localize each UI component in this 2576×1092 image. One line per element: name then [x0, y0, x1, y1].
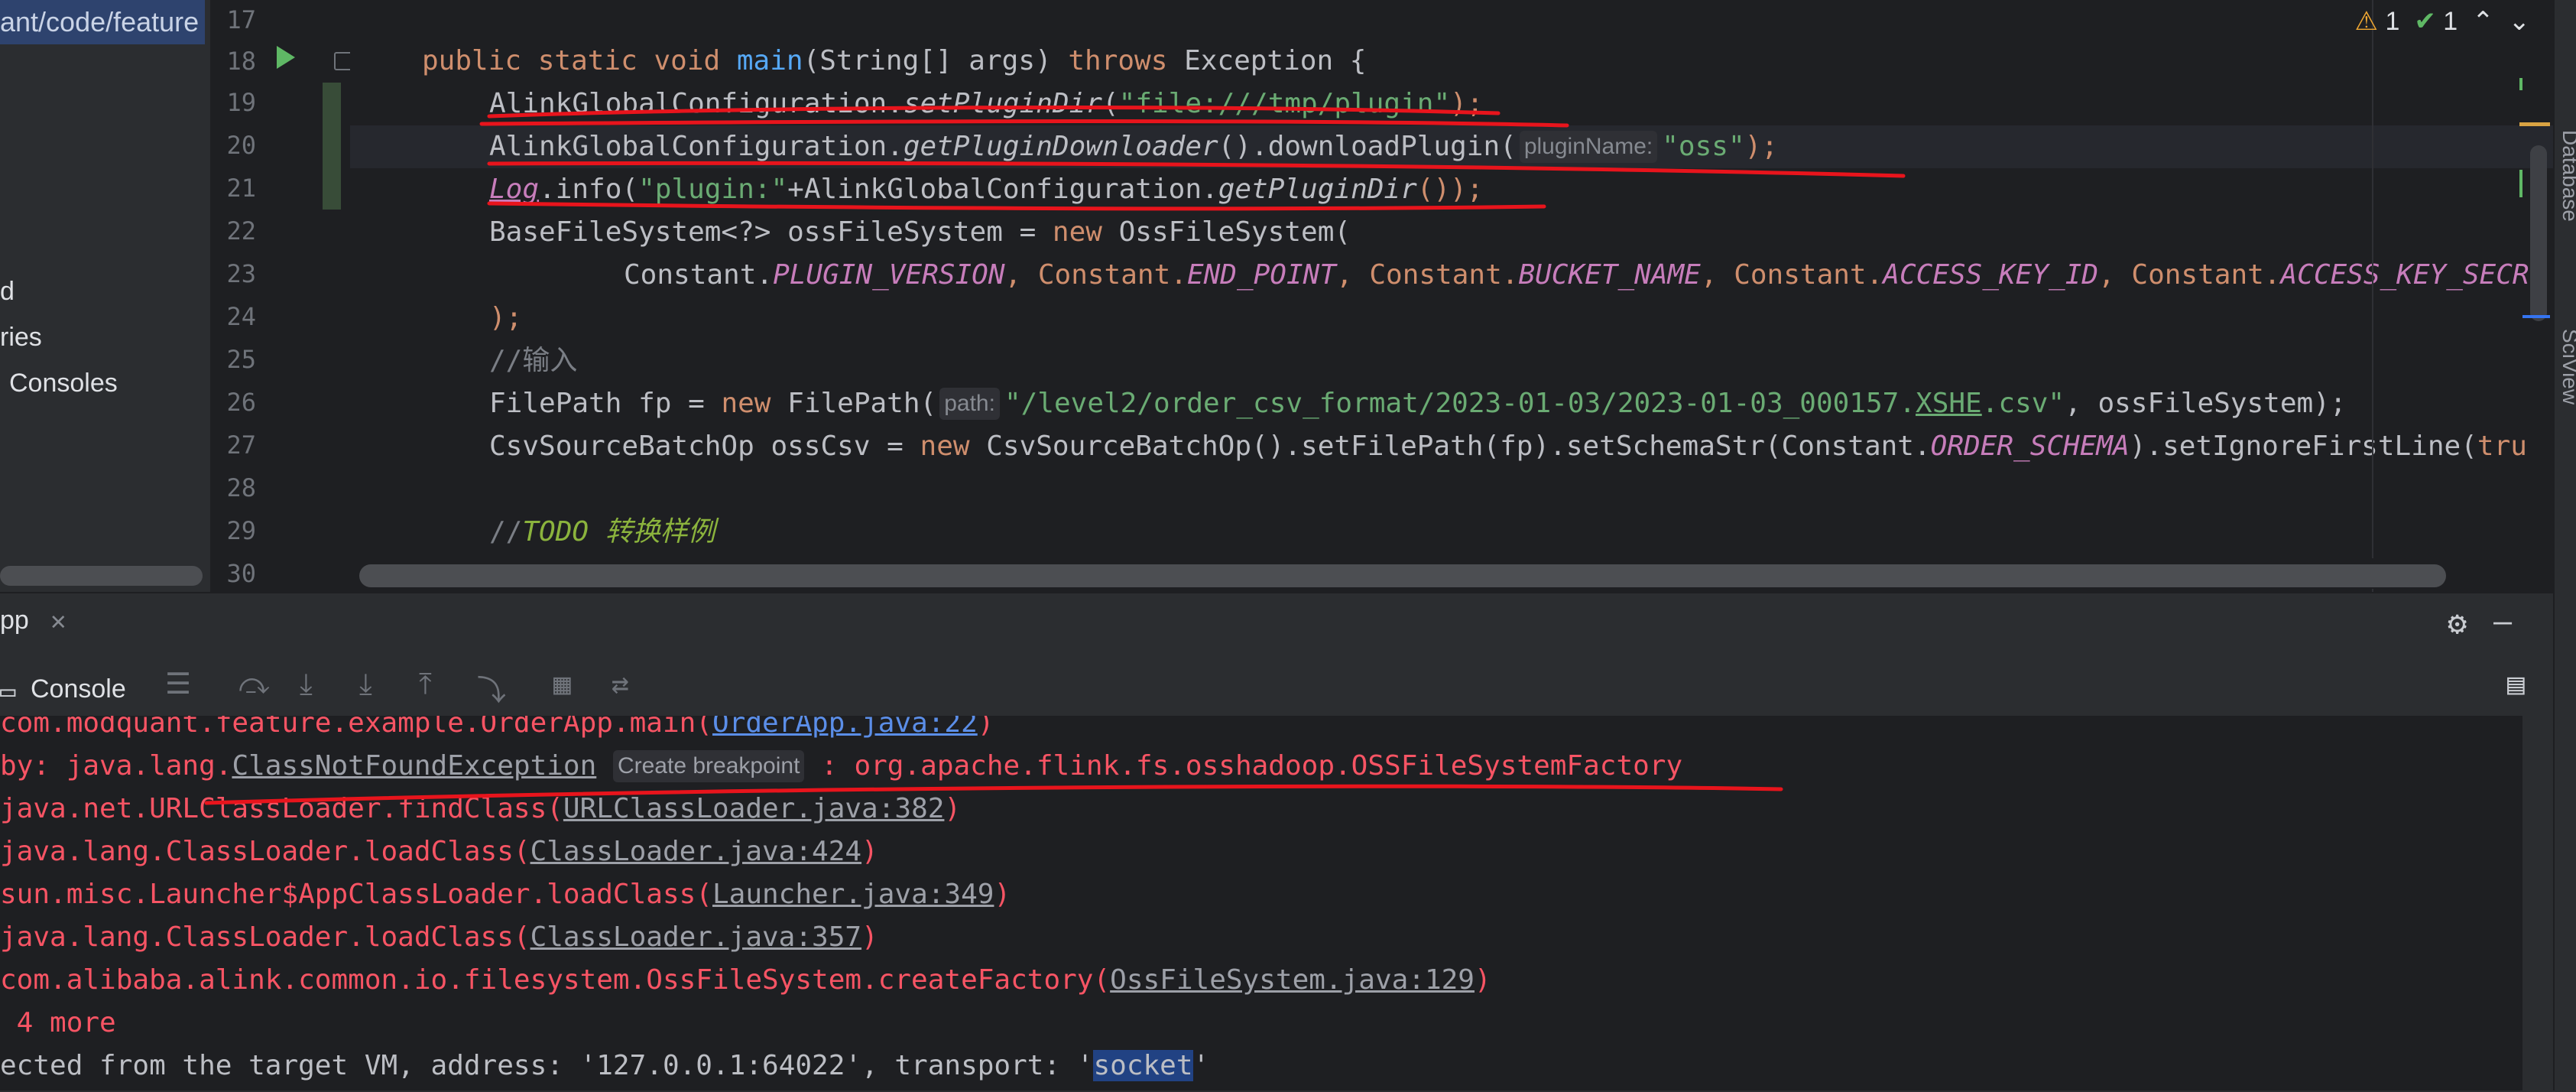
- editor-vertical-scrollbar[interactable]: [2530, 145, 2547, 321]
- project-path[interactable]: ant/code/feature: [0, 0, 206, 44]
- line-number: 22: [226, 216, 256, 245]
- project-item[interactable]: d: [0, 277, 15, 307]
- scroll-marker: [2519, 122, 2550, 126]
- database-tab[interactable]: Database: [2558, 130, 2576, 222]
- code-line-22: BaseFileSystem<?> ossFileSystem = new Os…: [489, 216, 1351, 248]
- console-line: by: java.lang.ClassNotFoundException Cre…: [0, 750, 1683, 782]
- inspections-widget[interactable]: ⚠ 1 ✔ 1 ⌃ ⌄: [2355, 6, 2530, 37]
- ok-count: 1: [2443, 7, 2458, 36]
- line-number: 20: [226, 131, 256, 160]
- close-icon[interactable]: ✕: [50, 606, 66, 636]
- gear-icon[interactable]: ⚙: [2448, 604, 2467, 642]
- editor-horizontal-scrollbar[interactable]: [359, 564, 2446, 587]
- line-number: 29: [226, 516, 256, 545]
- check-icon: ✔: [2414, 7, 2436, 36]
- line-number: 17: [226, 5, 256, 34]
- console-tab-label[interactable]: Console: [31, 674, 126, 704]
- step-into-icon[interactable]: ⤓: [300, 667, 313, 701]
- code-line-21: Log.info("plugin:"+AlinkGlobalConfigurat…: [489, 174, 1484, 205]
- line-number: 18: [226, 47, 256, 76]
- project-panel: [0, 0, 210, 592]
- trace-icon[interactable]: ⇄: [612, 667, 629, 700]
- code-line-20: AlinkGlobalConfiguration.getPluginDownlo…: [489, 131, 1778, 163]
- console-scrollbar-track[interactable]: [2522, 716, 2553, 1090]
- console-line: com.modquant.feature.example.OrderApp.ma…: [0, 716, 994, 745]
- step-out-icon[interactable]: ⤒: [419, 667, 432, 701]
- code-line-26: FilePath fp = new FilePath(path: "/level2…: [489, 388, 2347, 420]
- code-line-24: );: [489, 302, 523, 333]
- console-icon: ▭: [0, 676, 16, 707]
- code-line-29: //TODO 转换样例: [489, 516, 715, 548]
- vcs-change-marker[interactable]: [323, 83, 341, 210]
- chevron-down-icon[interactable]: ⌄: [2509, 7, 2531, 36]
- code-line-23: Constant.PLUGIN_VERSION, Constant.END_PO…: [624, 259, 2529, 291]
- scroll-marker: [2522, 315, 2550, 318]
- line-number: 19: [226, 88, 256, 117]
- console-line: java.lang.ClassLoader.loadClass(ClassLoa…: [0, 921, 878, 953]
- stack-link: ClassLoader.java:424: [530, 836, 862, 867]
- console-line: java.net.URLClassLoader.findClass(URLCla…: [0, 793, 962, 824]
- warning-count: 1: [2385, 7, 2400, 36]
- code-editor[interactable]: public static void main(String[] args) t…: [350, 0, 2553, 592]
- warning-icon: ⚠: [2354, 7, 2379, 36]
- scroll-marker: [2519, 78, 2522, 90]
- code-line-18: public static void main(String[] args) t…: [422, 45, 1367, 76]
- force-step-into-icon[interactable]: ⤓: [359, 667, 372, 701]
- scroll-marker: [2519, 170, 2522, 197]
- project-scrollbar[interactable]: [0, 566, 203, 586]
- line-number: 28: [226, 473, 256, 502]
- code-line-25: //输入: [489, 345, 578, 376]
- minimize-icon[interactable]: —: [2493, 604, 2512, 639]
- console-line: com.alibaba.alink.common.io.filesystem.O…: [0, 964, 1491, 996]
- param-hint: path:: [939, 388, 1000, 420]
- line-number: 23: [226, 259, 256, 288]
- stack-link: OrderApp.java:22: [712, 716, 978, 739]
- run-tab[interactable]: pp: [0, 606, 29, 635]
- console-line: ected from the target VM, address: '127.…: [0, 1050, 1210, 1081]
- run-to-cursor-icon[interactable]: ⤵: [477, 667, 506, 709]
- code-line-27: CsvSourceBatchOp ossCsv = new CsvSourceB…: [489, 431, 2527, 462]
- menu-icon[interactable]: ☰: [165, 667, 191, 700]
- sciview-tab[interactable]: SciView: [2558, 329, 2576, 405]
- evaluate-icon[interactable]: ▦: [553, 667, 571, 700]
- step-over-icon[interactable]: ⤼: [238, 667, 270, 701]
- stack-link: OssFileSystem.java:129: [1110, 964, 1475, 996]
- layout-icon[interactable]: ▤: [2507, 667, 2525, 700]
- param-hint: pluginName:: [1519, 131, 1658, 163]
- stack-link: Launcher.java:349: [712, 879, 994, 910]
- line-number: 30: [226, 559, 256, 588]
- line-number: 21: [226, 174, 256, 203]
- project-item[interactable]: ries: [0, 323, 42, 353]
- stack-link: ClassLoader.java:357: [530, 921, 862, 953]
- chevron-up-icon[interactable]: ⌃: [2472, 7, 2494, 36]
- console-line: 4 more: [0, 1007, 116, 1038]
- line-number: 25: [226, 345, 256, 374]
- run-gutter-icon[interactable]: [277, 46, 295, 69]
- console-line: sun.misc.Launcher$AppClassLoader.loadCla…: [0, 879, 1011, 910]
- exception-link: ClassNotFoundException: [232, 750, 597, 782]
- line-number: 24: [226, 302, 256, 331]
- console-output[interactable]: com.modquant.feature.example.OrderApp.ma…: [0, 716, 2522, 1090]
- right-margin-guide: [2372, 0, 2373, 592]
- create-breakpoint-button: Create breakpoint: [612, 750, 805, 782]
- code-line-19: AlinkGlobalConfiguration.setPluginDir("f…: [489, 88, 1484, 119]
- line-number: 26: [226, 388, 256, 417]
- selected-text: socket: [1093, 1050, 1193, 1081]
- line-number: 27: [226, 431, 256, 460]
- stack-link: URLClassLoader.java:382: [563, 793, 945, 824]
- project-item-consoles[interactable]: Consoles: [9, 369, 118, 398]
- console-line: java.lang.ClassLoader.loadClass(ClassLoa…: [0, 836, 878, 867]
